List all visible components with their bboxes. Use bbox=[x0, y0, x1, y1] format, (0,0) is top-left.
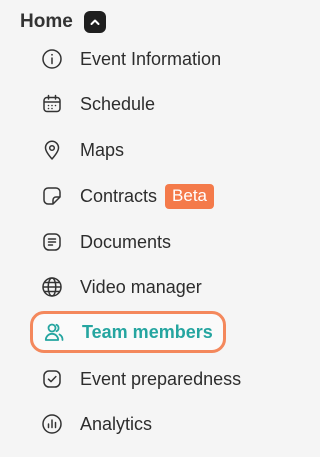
map-pin-icon bbox=[40, 138, 64, 162]
chevron-up-icon bbox=[90, 19, 100, 25]
collapse-toggle-button[interactable] bbox=[83, 11, 106, 33]
nav-item-team-members[interactable]: Team members bbox=[30, 311, 226, 353]
section-header-home[interactable]: Home bbox=[20, 9, 106, 35]
nav-item-label: Video manager bbox=[80, 276, 202, 297]
nav-item-label: Event preparedness bbox=[80, 368, 242, 389]
nav-item-documents[interactable]: Documents bbox=[40, 226, 171, 258]
nav-item-analytics[interactable]: Analytics bbox=[40, 408, 152, 440]
globe-icon bbox=[40, 275, 64, 299]
bar-chart-icon bbox=[40, 412, 64, 436]
section-title: Home bbox=[20, 11, 73, 32]
nav-item-label: Schedule bbox=[80, 93, 156, 114]
document-lines-icon bbox=[40, 230, 64, 254]
nav-item-video-manager[interactable]: Video manager bbox=[40, 271, 202, 303]
beta-badge: Beta bbox=[165, 183, 215, 209]
nav-item-label: Contracts bbox=[80, 185, 158, 206]
nav-item-label: Event Information bbox=[80, 48, 222, 69]
nav-item-label: Documents bbox=[80, 231, 172, 252]
nav-item-label: Analytics bbox=[80, 413, 153, 434]
nav-item-maps[interactable]: Maps bbox=[40, 134, 124, 166]
nav-item-label: Maps bbox=[80, 139, 125, 160]
nav-item-label: Team members bbox=[82, 321, 213, 342]
calendar-icon bbox=[40, 92, 64, 116]
team-members-icon bbox=[42, 320, 66, 344]
sticky-note-icon bbox=[40, 184, 64, 208]
check-square-icon bbox=[40, 367, 64, 391]
info-circle-icon bbox=[40, 47, 64, 71]
nav-item-event-information[interactable]: Event Information bbox=[40, 43, 221, 75]
nav-item-event-preparedness[interactable]: Event preparedness bbox=[40, 363, 241, 395]
nav-item-contracts[interactable]: Contracts Beta bbox=[40, 180, 215, 212]
nav-item-schedule[interactable]: Schedule bbox=[40, 88, 155, 120]
